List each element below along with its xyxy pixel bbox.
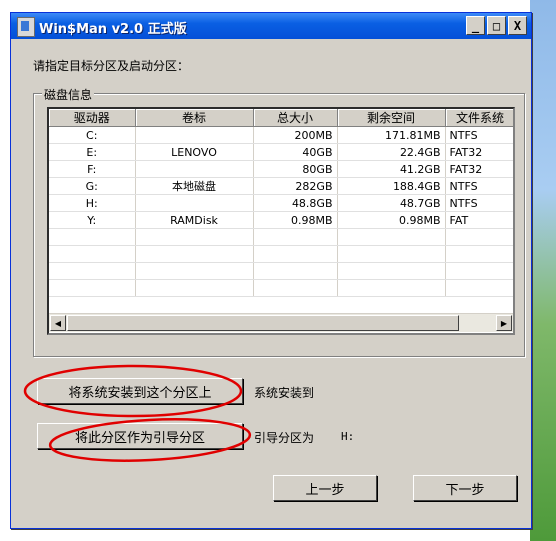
next-step-button[interactable]: 下一步: [413, 475, 517, 501]
cell-total: 0.98MB: [253, 211, 338, 229]
table-row: [49, 262, 513, 280]
column-header-label[interactable]: 卷标: [135, 109, 254, 127]
cell-total: 40GB: [253, 143, 338, 161]
scroll-right-icon[interactable]: ▶: [496, 315, 512, 331]
cell-total: 48.8GB: [253, 194, 338, 212]
cell-drive: G:: [49, 177, 136, 195]
partition-table: 驱动器 卷标 总大小 剩余空间 文件系统 C: 200MB 171.81MB N…: [49, 109, 513, 297]
horizontal-scrollbar[interactable]: ◀ ▶: [49, 313, 513, 332]
table-row: [49, 228, 513, 246]
cell-label: [135, 160, 254, 178]
cell-fs: NTFS: [445, 126, 513, 144]
title-bar[interactable]: Win$Man v2.0 正式版 _ □ X: [11, 13, 531, 39]
table-row[interactable]: F: 80GB 41.2GB FAT32: [49, 160, 513, 178]
cell-label: [135, 126, 254, 144]
column-header-filesystem[interactable]: 文件系统: [445, 109, 513, 127]
table-row[interactable]: E: LENOVO 40GB 22.4GB FAT32: [49, 143, 513, 161]
scroll-left-icon[interactable]: ◀: [50, 315, 66, 331]
previous-step-button[interactable]: 上一步: [273, 475, 377, 501]
instruction-text: 请指定目标分区及启动分区：: [33, 59, 190, 73]
cell-free: 188.4GB: [337, 177, 446, 195]
cell-drive: E:: [49, 143, 136, 161]
table-row: [49, 245, 513, 263]
cell-free: 0.98MB: [337, 211, 446, 229]
column-header-free-space[interactable]: 剩余空间: [337, 109, 446, 127]
winsman-window: Win$Man v2.0 正式版 _ □ X 请指定目标分区及启动分区： 磁盘信…: [10, 12, 532, 529]
table-row[interactable]: G: 本地磁盘 282GB 188.4GB NTFS: [49, 177, 513, 195]
cell-total: 80GB: [253, 160, 338, 178]
table-row[interactable]: C: 200MB 171.81MB NTFS: [49, 126, 513, 144]
scroll-thumb[interactable]: [67, 315, 459, 331]
cell-fs: FAT: [445, 211, 513, 229]
partition-list[interactable]: 驱动器 卷标 总大小 剩余空间 文件系统 C: 200MB 171.81MB N…: [47, 107, 515, 335]
close-button[interactable]: X: [508, 16, 527, 35]
app-icon: [17, 17, 35, 37]
install-to-partition-button[interactable]: 将系统安装到这个分区上: [37, 378, 243, 404]
desktop-background: [530, 0, 556, 541]
table-row[interactable]: H: 48.8GB 48.7GB NTFS: [49, 194, 513, 212]
column-header-drive[interactable]: 驱动器: [49, 109, 136, 127]
cell-free: 41.2GB: [337, 160, 446, 178]
maximize-button[interactable]: □: [487, 16, 506, 35]
table-header-row: 驱动器 卷标 总大小 剩余空间 文件系统: [49, 109, 513, 127]
cell-label: RAMDisk: [135, 211, 254, 229]
window-title: Win$Man v2.0 正式版: [39, 22, 187, 37]
column-header-total-size[interactable]: 总大小: [253, 109, 338, 127]
cell-fs: NTFS: [445, 177, 513, 195]
cell-drive: Y:: [49, 211, 136, 229]
boot-partition-value: H:: [341, 430, 355, 443]
window-controls: _ □ X: [466, 16, 527, 35]
group-label: 磁盘信息: [42, 86, 95, 103]
minimize-button[interactable]: _: [466, 16, 485, 35]
cell-free: 22.4GB: [337, 143, 446, 161]
cell-drive: F:: [49, 160, 136, 178]
cell-label: [135, 194, 254, 212]
cell-drive: H:: [49, 194, 136, 212]
cell-fs: NTFS: [445, 194, 513, 212]
set-boot-partition-button[interactable]: 将此分区作为引导分区: [37, 423, 243, 449]
boot-partition-label: 引导分区为: [254, 431, 315, 445]
install-target-label: 系统安装到: [254, 386, 315, 400]
cell-free: 48.7GB: [337, 194, 446, 212]
cell-drive: C:: [49, 126, 136, 144]
cell-fs: FAT32: [445, 160, 513, 178]
table-row[interactable]: Y: RAMDisk 0.98MB 0.98MB FAT: [49, 211, 513, 229]
table-row: [49, 279, 513, 297]
cell-label: 本地磁盘: [135, 177, 254, 195]
cell-label: LENOVO: [135, 143, 254, 161]
cell-free: 171.81MB: [337, 126, 446, 144]
cell-total: 282GB: [253, 177, 338, 195]
cell-fs: FAT32: [445, 143, 513, 161]
cell-total: 200MB: [253, 126, 338, 144]
